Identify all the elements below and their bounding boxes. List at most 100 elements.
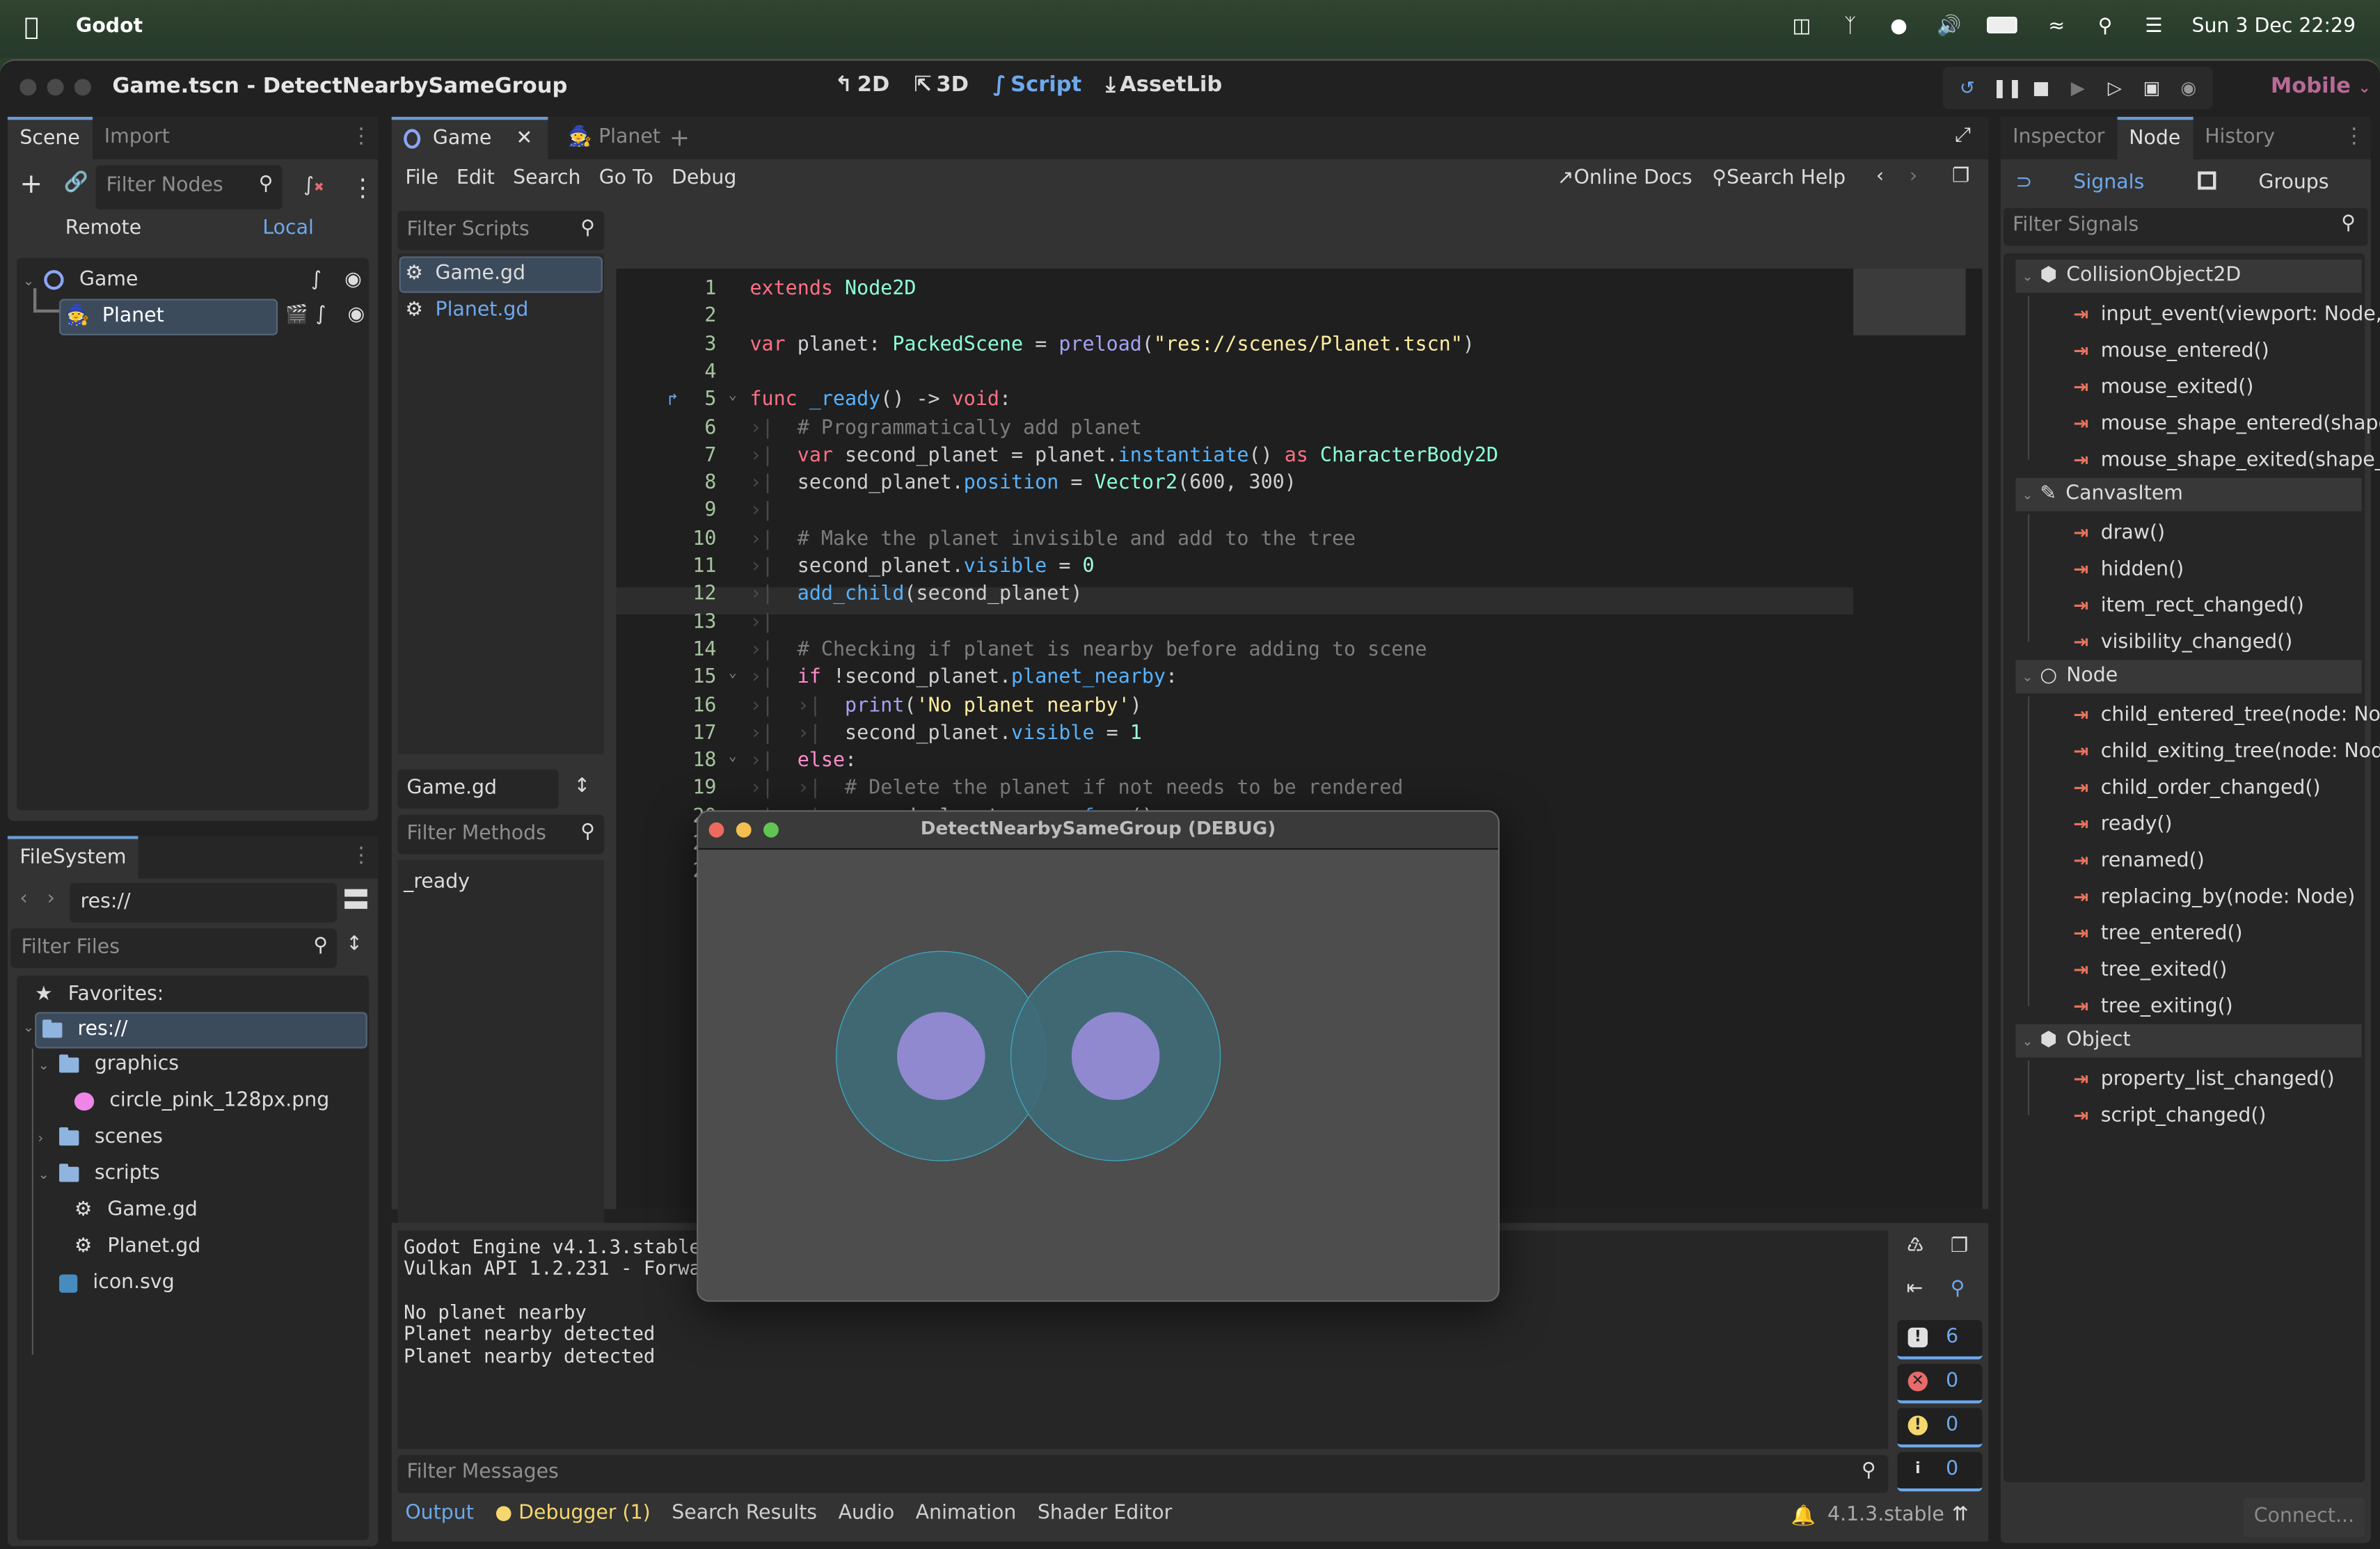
chevron-down-icon[interactable]: ⌄ [2022,1026,2037,1059]
line-number[interactable]: 13 [617,611,716,634]
forward-icon[interactable]: › [47,888,55,911]
user-icon[interactable]: ● [1888,15,1910,38]
movie-maker-icon[interactable]: ◉ [2176,76,2200,100]
file-row-game-gd[interactable]: ⚙ Game.gd [74,1194,198,1228]
show-search-icon[interactable]: ⚲ [1951,1278,1965,1301]
signal-group-header[interactable]: ⌄ ✎ CanvasItem [2015,477,2362,513]
code-line[interactable]: ›| second_planet.visible = 0 [749,555,1094,578]
make-floating-icon[interactable]: ❐ [1952,166,1969,189]
info-counter[interactable]: i0 [1897,1452,1983,1492]
code-line[interactable]: var planet: PackedScene = preload("res:/… [749,333,1474,356]
tab-search-results[interactable]: Search Results [672,1502,817,1525]
tab-filesystem[interactable]: FileSystem [7,836,138,879]
signal-group-header[interactable]: ⌄ ⬢ Object [2015,1024,2362,1059]
detach-script-icon[interactable]: ∫✖ [303,175,324,198]
visibility-icon[interactable]: ◉ [344,264,362,297]
tab-2d[interactable]: ↰ 2D [835,73,890,97]
app-menu-name[interactable]: Godot [76,15,143,38]
wifi-icon[interactable]: ≈ [2046,15,2068,38]
chevron-down-icon[interactable]: ⌄ [2022,479,2037,513]
tree-node-game[interactable]: ⌄ Game ∫ ◉ [23,264,369,297]
expand-bottom-panel-icon[interactable]: ⇈ [1952,1504,1969,1527]
bluetooth-icon[interactable]: ᛉ [1839,15,1861,38]
signal-item[interactable]: ⇥ child_exiting_tree(node: Node) [2073,733,2380,769]
run-current-scene-icon[interactable]: ▷ [2102,76,2127,100]
method-item[interactable]: _ready [404,866,470,900]
line-number[interactable]: 17 [617,722,716,745]
tab-debugger[interactable]: ● Debugger (1) [495,1502,650,1525]
signal-item[interactable]: ⇥ item_rect_changed() [2073,587,2303,623]
code-line[interactable]: ›| [749,611,797,634]
code-line[interactable]: extends Node2D [749,278,916,301]
connect-button[interactable]: Connect... [2243,1498,2365,1537]
volume-icon[interactable]: 🔊 [1937,15,1961,38]
apple-menu-icon[interactable]:  [24,12,39,40]
control-center-icon[interactable]: ☰ [2143,15,2165,38]
clear-output-icon[interactable]: ♹ [1906,1235,1923,1258]
scene-menu-icon[interactable]: ⋮ [351,173,375,202]
sort-methods-icon[interactable]: ↕ [573,775,590,798]
line-number[interactable]: 11 [617,555,716,578]
chevron-down-icon[interactable]: ⌄ [38,1159,54,1193]
signal-item[interactable]: ⇥ mouse_exited() [2073,369,2253,405]
tab-assetlib[interactable]: ⤓ AssetLib [1106,73,1222,97]
line-number[interactable]: 14 [617,639,716,662]
add-node-icon[interactable]: + [19,168,42,200]
tab-scene[interactable]: Scene [7,116,93,159]
code-line[interactable]: ›| ›| print('No planet nearby') [749,694,1141,717]
script-item-planet[interactable]: ⚙ Planet.gd [399,294,528,328]
open-in-editor-icon[interactable]: 🎬 [285,303,308,325]
code-line[interactable]: ›| # Programmatically add planet [749,417,1141,440]
signal-item[interactable]: ⇥ draw() [2073,514,2165,550]
signal-item[interactable]: ⇥ mouse_shape_exited(shape_i... [2073,441,2380,477]
code-line[interactable]: ›| add_child(second_planet) [749,583,1082,606]
tab-shader-editor[interactable]: Shader Editor [1038,1502,1172,1525]
search-help-button[interactable]: ⚲Search Help [1712,167,1846,190]
signal-group-header[interactable]: ⌄ ○ Node [2015,660,2362,694]
signal-item[interactable]: ⇥ visibility_changed() [2073,623,2292,660]
signal-item[interactable]: ⇥ child_entered_tree(node: Node) [2073,697,2380,733]
signal-item[interactable]: ⇥ mouse_entered() [2073,333,2269,369]
code-line[interactable]: func _ready() -> void: [749,389,1011,412]
fold-chevron-icon[interactable]: ⌄ [729,389,737,404]
close-tab-icon[interactable]: ✕ [516,127,533,150]
filter-messages-input[interactable]: Filter Messages ⚲ [397,1455,1889,1493]
file-row-scripts[interactable]: ⌄ scripts [38,1158,160,1191]
back-icon[interactable]: ‹ [19,888,27,911]
minimize-window-button[interactable] [47,79,64,96]
stage-manager-icon[interactable]: ◫ [1791,15,1813,38]
remote-debug-icon[interactable]: ▶ [2065,76,2090,100]
line-number[interactable]: 9 [617,500,716,523]
collapse-duplicates-icon[interactable]: ⇤ [1906,1278,1923,1301]
signal-item[interactable]: ⇥ hidden() [2073,550,2184,587]
battery-icon[interactable] [1985,15,2019,38]
reload-icon[interactable]: ↺ [1955,76,1980,100]
stop-icon[interactable]: ■ [2029,76,2053,100]
filter-signals-input[interactable]: Filter Signals ⚲ [2004,207,2368,246]
sort-icon[interactable]: ↕ [346,933,363,956]
connected-signal-icon[interactable]: ↱ [668,390,678,409]
file-row-planet-gd[interactable]: ⚙ Planet.gd [74,1230,200,1264]
line-number[interactable]: 7 [617,444,716,467]
line-number[interactable]: 8 [617,472,716,495]
filter-files-input[interactable]: Filter Files ⚲ [10,928,338,969]
filter-methods-input[interactable]: Filter Methods ⚲ [397,814,605,855]
signal-item[interactable]: ⇥ script_changed() [2073,1097,2266,1133]
menu-file[interactable]: File [405,167,438,190]
fold-chevron-icon[interactable]: ⌄ [729,667,737,682]
menu-search[interactable]: Search [513,167,580,190]
toggle-split-mode-icon[interactable] [344,889,367,897]
tab-3d[interactable]: ⇱ 3D [914,73,969,97]
menu-edit[interactable]: Edit [457,167,495,190]
warnings-counter[interactable]: ! 0 [1897,1408,1983,1448]
online-docs-button[interactable]: ↗Online Docs [1557,167,1692,190]
instance-scene-icon[interactable]: 🔗 [64,171,88,194]
debug-game-window[interactable]: DetectNearbySameGroup (DEBUG) [697,810,1500,1302]
local-tree-button[interactable]: Local [262,217,314,240]
signal-item[interactable]: ⇥ tree_exited() [2073,951,2227,987]
code-line[interactable]: ›| else: [749,749,857,772]
tab-history[interactable]: History [2193,117,2287,159]
visibility-icon[interactable]: ◉ [347,303,365,326]
file-row-circle-png[interactable]: circle_pink_128px.png [74,1085,329,1118]
chevron-down-icon[interactable]: ⌄ [38,1050,54,1083]
